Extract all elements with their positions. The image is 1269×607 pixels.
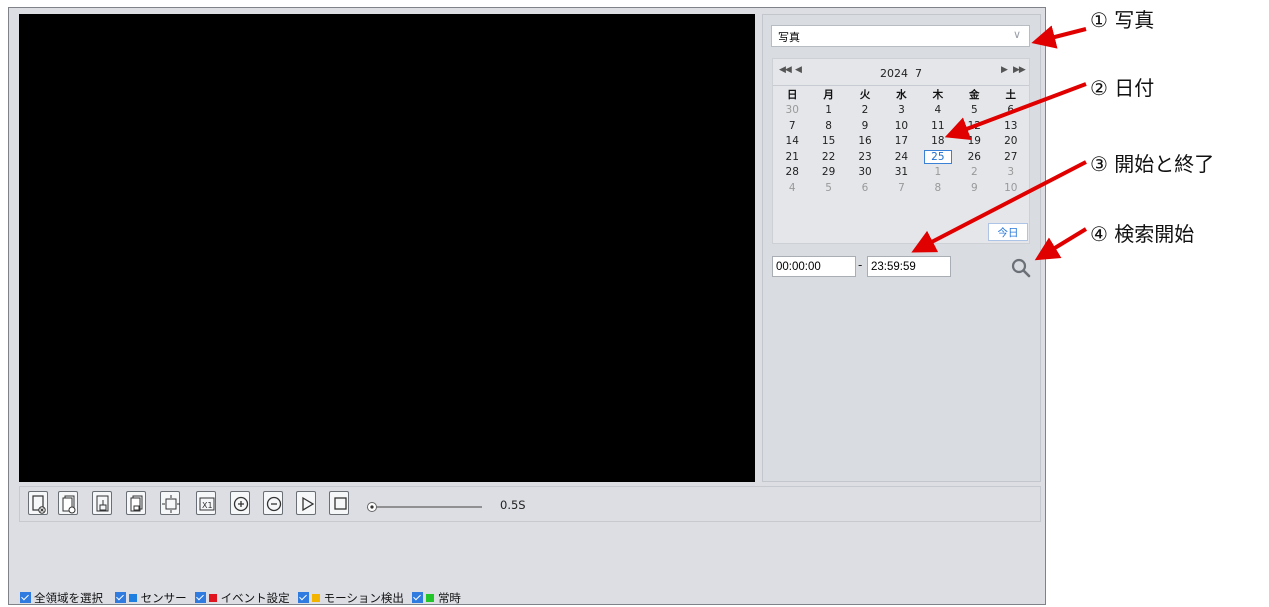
annotation-arrows: [911, 25, 1088, 261]
callout-2: ② 日付: [1090, 76, 1155, 100]
arrow-2: [944, 82, 1087, 140]
callout-4: ④ 検索開始: [1090, 222, 1195, 246]
callout-1: ① 写真: [1090, 8, 1155, 32]
arrow-3: [911, 160, 1087, 253]
arrow-4: [1034, 227, 1088, 261]
callout-3: ③ 開始と終了: [1090, 152, 1215, 176]
arrow-1: [1031, 25, 1087, 49]
